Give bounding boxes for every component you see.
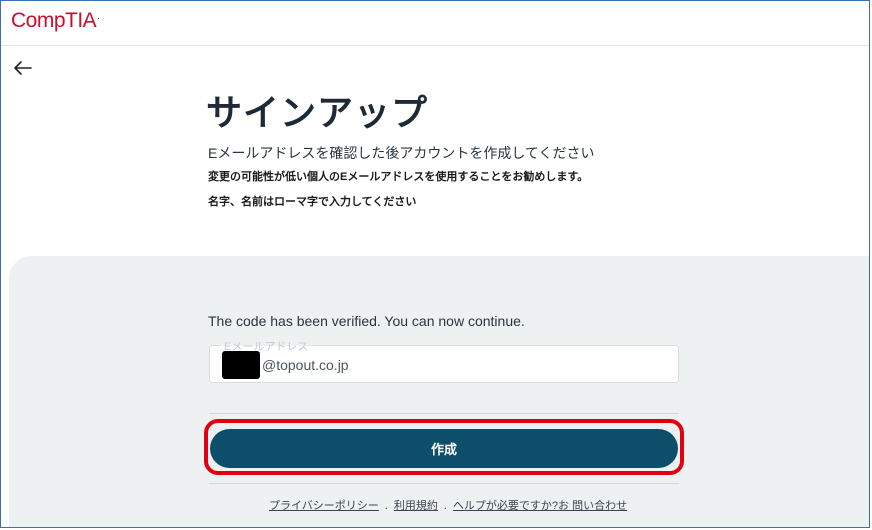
top-bar: CompTIA. [1,1,869,46]
redacted-email-prefix [222,351,260,379]
privacy-policy-link[interactable]: プライバシーポリシー [269,500,379,512]
comptia-logo[interactable]: CompTIA. [11,9,100,33]
email-field-value: @topout.co.jp [262,357,349,373]
page-subtitle: Eメールアドレスを確認した後アカウントを作成してください [208,145,595,161]
page-title: サインアップ [206,92,429,133]
email-field[interactable]: Eメールアドレス @topout.co.jp [209,338,679,383]
back-button[interactable] [11,56,35,80]
create-account-button[interactable]: 作成 [210,429,678,468]
help-contact-link[interactable]: ヘルプが必要ですか?お 問い合わせ [453,500,627,512]
romaji-name-note: 名字、名前はローマ字で入力してください [208,196,417,208]
footer-separator: . [443,500,447,512]
email-advice-note: 変更の可能性が低い個人のEメールアドレスを使用することをお勧めします。 [208,171,589,183]
logo-text: CompTIA [11,9,97,32]
logo-mark: . [97,11,100,21]
verification-status-message: The code has been verified. You can now … [208,313,525,329]
arrow-left-icon [14,61,32,75]
browser-frame: CompTIA. サインアップ Eメールアドレスを確認した後アカウントを作成して… [0,0,870,528]
divider [209,413,679,414]
terms-link[interactable]: 利用規約 [394,500,438,512]
footer-separator: . [384,500,388,512]
footer-links: プライバシーポリシー. 利用規約. ヘルプが必要ですか?お 問い合わせ [269,497,627,513]
divider [209,483,679,484]
form-panel [9,256,869,527]
